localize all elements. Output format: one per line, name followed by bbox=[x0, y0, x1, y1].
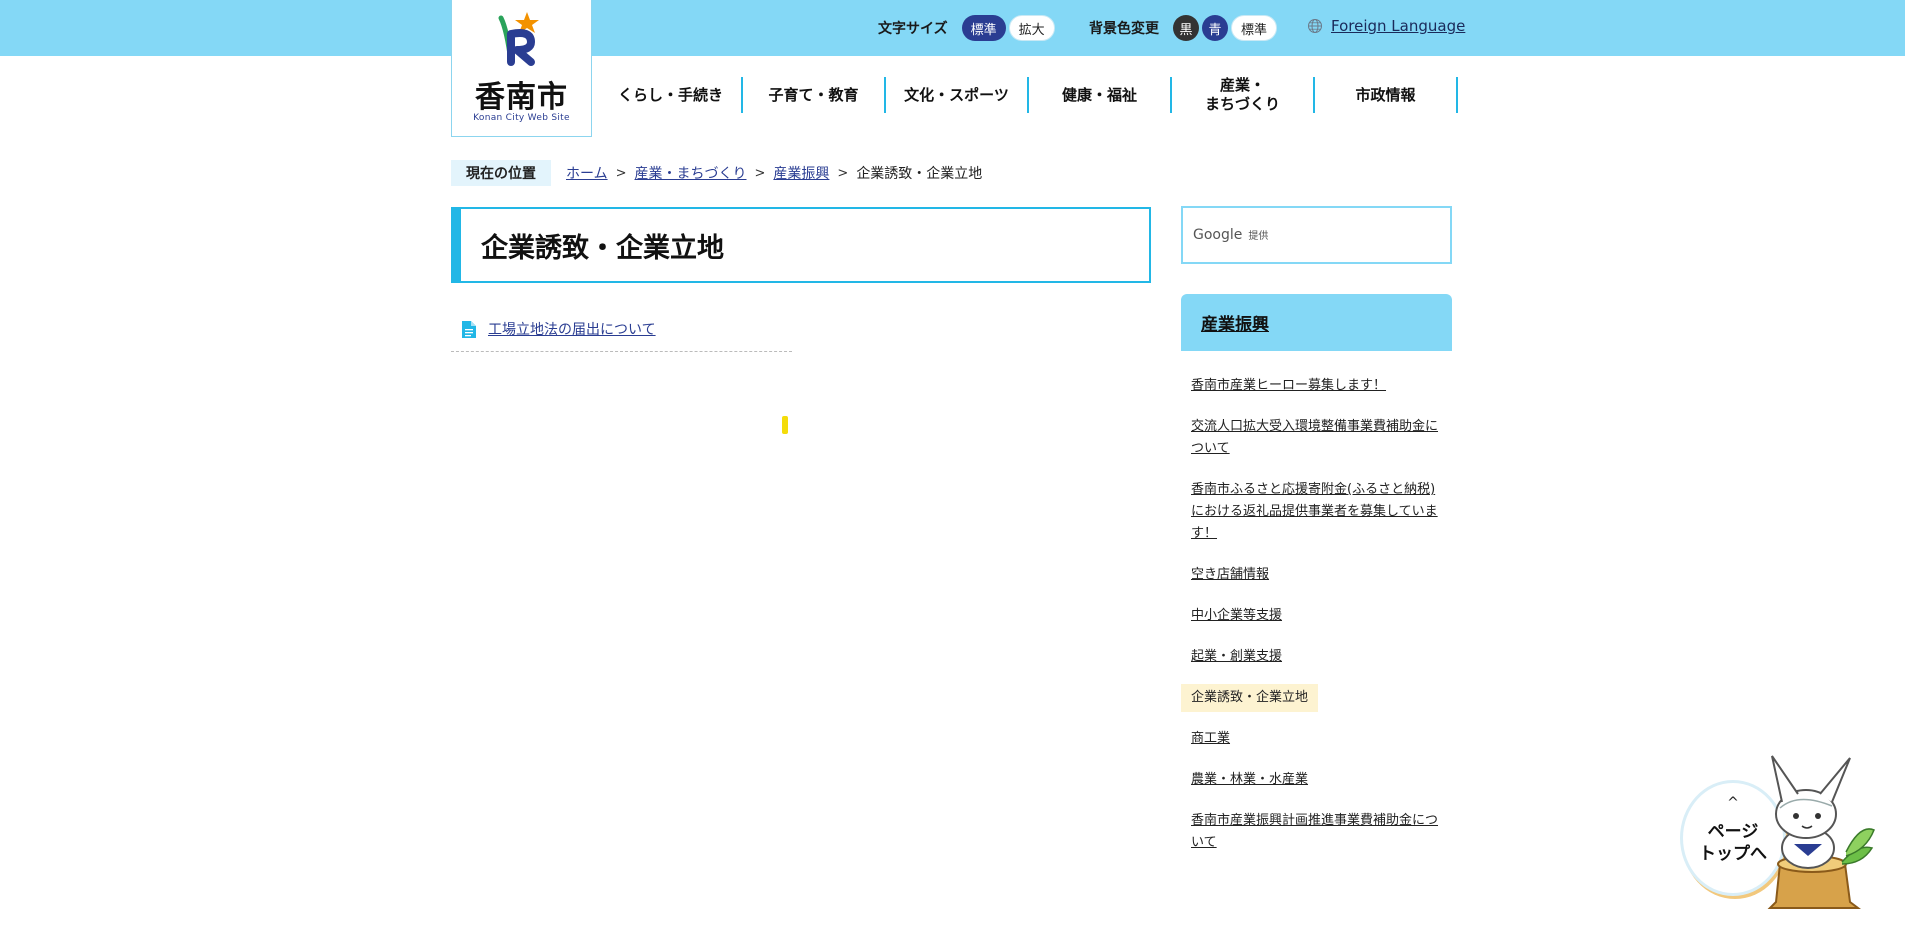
nav-item-health[interactable]: 健康・福祉 bbox=[1029, 77, 1172, 113]
sidebar-heading: 産業振興 bbox=[1181, 294, 1452, 351]
breadcrumb-promotion[interactable]: 産業振興 bbox=[773, 163, 829, 183]
logo-subtitle: Konan City Web Site bbox=[473, 113, 570, 123]
sidebar-item-link[interactable]: 農業・林業・水産業 bbox=[1191, 772, 1308, 787]
site-search: Google 提供 bbox=[1181, 206, 1452, 264]
bg-color-control: 背景色変更 黒 青 標準 bbox=[1089, 14, 1280, 42]
sidebar-item-link[interactable]: 起業・創業支援 bbox=[1191, 649, 1282, 664]
sidebar-item-link[interactable]: 香南市産業ヒーロー募集します！ bbox=[1191, 378, 1386, 393]
breadcrumb-chevron-icon: > bbox=[615, 165, 627, 181]
breadcrumb-home[interactable]: ホーム bbox=[566, 163, 608, 183]
bg-blue-button[interactable]: 青 bbox=[1202, 15, 1228, 41]
breadcrumb-chevron-icon: > bbox=[837, 165, 849, 181]
breadcrumb-industry[interactable]: 産業・まちづくり bbox=[635, 163, 747, 183]
sidebar-item-startup: 起業・創業支援 bbox=[1181, 643, 1452, 671]
bg-color-label: 背景色変更 bbox=[1089, 21, 1159, 37]
sidebar-item-link[interactable]: 空き店舗情報 bbox=[1191, 567, 1269, 582]
sidebar-item-exchange-subsidy: 交流人口拡大受入環境整備事業費補助金について bbox=[1181, 413, 1452, 463]
konan-logo-icon bbox=[498, 12, 539, 66]
document-list: 工場立地法の届出について bbox=[451, 313, 792, 352]
logo-name: 香南市 bbox=[475, 80, 568, 115]
sidebar-current-wrap: 企業誘致・企業立地 bbox=[1181, 684, 1452, 712]
sidebar-item-link[interactable]: 中小企業等支援 bbox=[1191, 608, 1282, 623]
sidebar-item-link[interactable]: 香南市ふるさと応援寄附金(ふるさと納税)における返礼品提供事業者を募集しています… bbox=[1191, 482, 1438, 541]
sidebar-item-link[interactable]: 商工業 bbox=[1191, 731, 1230, 746]
breadcrumb: 現在の位置 ホーム > 産業・まちづくり > 産業振興 > 企業誘致・企業立地 bbox=[451, 160, 982, 186]
sidebar-item-current: 企業誘致・企業立地 bbox=[1181, 684, 1319, 712]
global-nav: くらし・手続き 子育て・教育 文化・スポーツ 健康・福祉 産業・ まちづくり 市… bbox=[600, 76, 1458, 113]
list-item: 工場立地法の届出について bbox=[451, 313, 792, 352]
breadcrumb-chevron-icon: > bbox=[754, 165, 766, 181]
search-input[interactable] bbox=[1283, 218, 1443, 252]
sidebar-heading-link[interactable]: 産業振興 bbox=[1201, 310, 1269, 335]
font-size-large-button[interactable]: 拡大 bbox=[1008, 15, 1055, 41]
breadcrumb-current: 企業誘致・企業立地 bbox=[856, 166, 983, 182]
search-brand: Google 提供 bbox=[1193, 227, 1269, 243]
breadcrumb-label: 現在の位置 bbox=[451, 160, 551, 186]
sidebar-item-link[interactable]: 香南市産業振興計画推進事業費補助金について bbox=[1191, 813, 1438, 850]
nav-item-living[interactable]: くらし・手続き bbox=[600, 77, 743, 113]
foreign-language-link[interactable]: Foreign Language bbox=[1331, 17, 1465, 35]
nav-item-industry[interactable]: 産業・ まちづくり bbox=[1172, 76, 1315, 113]
nav-item-childcare[interactable]: 子育て・教育 bbox=[743, 77, 886, 113]
sidebar-list: 香南市産業ヒーロー募集します！ 交流人口拡大受入環境整備事業費補助金について 香… bbox=[1181, 372, 1452, 870]
font-size-control: 文字サイズ 標準 拡大 bbox=[878, 14, 1058, 42]
sidebar-item-sme-support: 中小企業等支援 bbox=[1181, 602, 1452, 630]
font-size-label: 文字サイズ bbox=[878, 21, 948, 37]
font-size-standard-button[interactable]: 標準 bbox=[961, 15, 1006, 41]
text-cursor-marker bbox=[782, 416, 788, 434]
mascot-icon bbox=[1767, 755, 1875, 909]
nav-item-city-govt[interactable]: 市政情報 bbox=[1315, 77, 1458, 113]
sidebar-item-furusato: 香南市ふるさと応援寄附金(ふるさと納税)における返礼品提供事業者を募集しています… bbox=[1181, 476, 1452, 548]
sidebar-item-agriculture: 農業・林業・水産業 bbox=[1181, 766, 1452, 794]
sidebar-item-plan-subsidy: 香南市産業振興計画推進事業費補助金について bbox=[1181, 807, 1452, 857]
sidebar-item-commerce: 商工業 bbox=[1181, 725, 1452, 753]
page-title: 企業誘致・企業立地 bbox=[451, 207, 1151, 283]
bg-standard-button[interactable]: 標準 bbox=[1231, 15, 1278, 41]
foreign-language: Foreign Language bbox=[1307, 17, 1465, 35]
document-link[interactable]: 工場立地法の届出について bbox=[488, 319, 656, 339]
sidebar-item-hero: 香南市産業ヒーロー募集します！ bbox=[1181, 372, 1452, 400]
site-logo[interactable]: 香南市 Konan City Web Site bbox=[451, 0, 592, 137]
bg-black-button[interactable]: 黒 bbox=[1173, 15, 1199, 41]
nav-item-culture[interactable]: 文化・スポーツ bbox=[886, 77, 1029, 113]
document-icon bbox=[462, 320, 476, 338]
sidebar-item-vacant-shops: 空き店舗情報 bbox=[1181, 561, 1452, 589]
globe-icon bbox=[1308, 19, 1322, 33]
search-brand-suffix: 提供 bbox=[1248, 231, 1269, 242]
sidebar-item-link[interactable]: 交流人口拡大受入環境整備事業費補助金について bbox=[1191, 419, 1438, 456]
